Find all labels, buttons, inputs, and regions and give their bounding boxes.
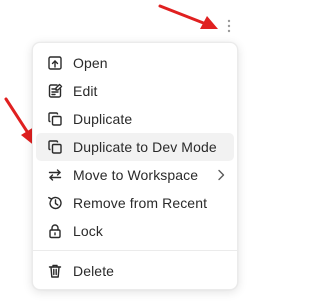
menu-item-lock[interactable]: Lock — [36, 217, 234, 245]
menu-item-remove-from-recent[interactable]: Remove from Recent — [36, 189, 234, 217]
edit-icon — [47, 83, 63, 99]
menu-item-label: Open — [73, 55, 108, 71]
lock-icon — [47, 223, 63, 239]
menu-item-duplicate[interactable]: Duplicate — [36, 105, 234, 133]
annotation-arrow-top — [158, 4, 218, 29]
duplicate-icon — [47, 139, 63, 155]
menu-item-label: Remove from Recent — [73, 195, 208, 211]
chevron-right-icon — [218, 169, 225, 181]
trash-icon — [47, 263, 63, 279]
menu-item-label: Duplicate — [73, 111, 133, 127]
history-icon — [47, 195, 63, 211]
menu-divider — [33, 250, 237, 251]
context-menu: Open Edit Duplicate Duplicate to Dev Mod… — [32, 42, 238, 290]
more-options-button[interactable] — [221, 16, 237, 36]
menu-item-duplicate-to-dev-mode[interactable]: Duplicate to Dev Mode — [36, 133, 234, 161]
menu-item-label: Duplicate to Dev Mode — [73, 139, 217, 155]
menu-item-edit[interactable]: Edit — [36, 77, 234, 105]
menu-item-label: Delete — [73, 263, 115, 279]
menu-item-move-to-workspace[interactable]: Move to Workspace — [36, 161, 234, 189]
menu-item-open[interactable]: Open — [36, 49, 234, 77]
menu-item-label: Move to Workspace — [73, 167, 199, 183]
menu-item-delete[interactable]: Delete — [36, 257, 234, 285]
more-vertical-icon — [227, 19, 231, 33]
duplicate-icon — [47, 111, 63, 127]
open-icon — [47, 55, 63, 71]
menu-item-label: Edit — [73, 83, 98, 99]
move-icon — [47, 167, 63, 183]
menu-item-label: Lock — [73, 223, 103, 239]
